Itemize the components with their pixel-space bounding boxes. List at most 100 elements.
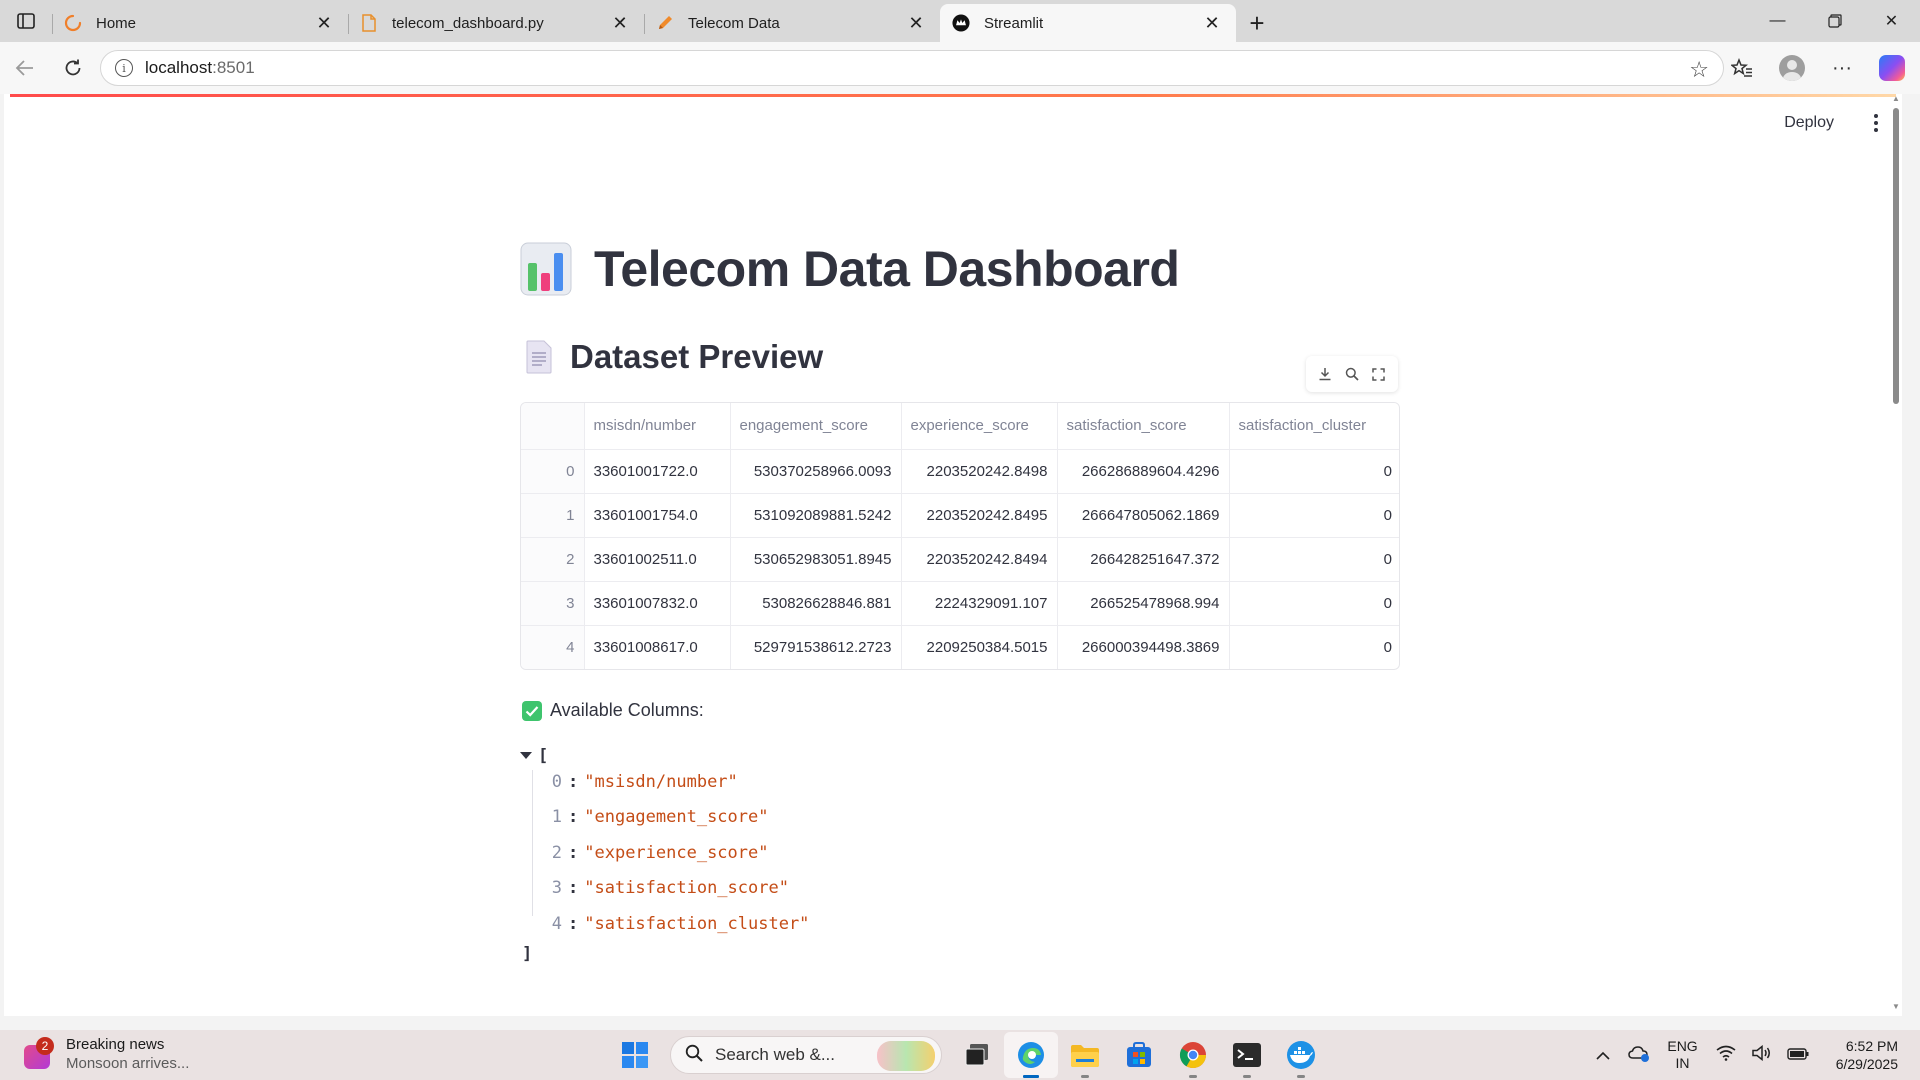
close-icon[interactable]: ✕	[312, 11, 336, 35]
refresh-icon	[65, 59, 81, 76]
taskbar-task-view[interactable]	[950, 1032, 1004, 1078]
column-header[interactable]: satisfaction_cluster	[1229, 403, 1399, 450]
clock-date: 6/29/2025	[1835, 1056, 1898, 1072]
table-cell[interactable]: 266428251647.372	[1057, 537, 1230, 582]
table-cell[interactable]: 530826628846.881	[730, 581, 902, 626]
column-header[interactable]: satisfaction_score	[1057, 403, 1230, 450]
table-cell[interactable]: 531092089881.5242	[730, 493, 902, 538]
input-language-indicator[interactable]: ENG IN	[1667, 1038, 1697, 1072]
table-cell[interactable]: 33601001722.0	[584, 449, 731, 494]
table-cell[interactable]: 266286889604.4296	[1057, 449, 1230, 494]
search-button[interactable]	[1341, 363, 1363, 385]
minimize-button[interactable]: —	[1749, 0, 1806, 42]
taskbar-file-explorer[interactable]	[1058, 1032, 1112, 1078]
table-cell[interactable]: 33601008617.0	[584, 625, 731, 669]
battery-button[interactable]	[1780, 1045, 1816, 1065]
table-cell[interactable]: 0	[1229, 625, 1399, 669]
taskbar-terminal[interactable]	[1220, 1032, 1274, 1078]
close-icon[interactable]: ✕	[608, 11, 632, 35]
column-header[interactable]: experience_score	[901, 403, 1058, 450]
volume-button[interactable]	[1744, 1044, 1780, 1066]
table-cell[interactable]: 266525478968.994	[1057, 581, 1230, 626]
status-progress-line	[10, 94, 1896, 97]
taskbar-docker[interactable]	[1274, 1032, 1328, 1078]
table-cell[interactable]: 0	[1229, 449, 1399, 494]
download-button[interactable]	[1314, 363, 1336, 385]
table-cell[interactable]: 2203520242.8495	[901, 493, 1058, 538]
json-value: "satisfaction_score"	[584, 878, 789, 898]
json-value: "experience_score"	[584, 843, 769, 863]
deploy-button[interactable]: Deploy	[1770, 108, 1848, 138]
column-header[interactable]: msisdn/number	[584, 403, 731, 450]
favorites-button[interactable]	[1720, 50, 1764, 86]
address-bar[interactable]: i localhost:8501 ☆	[100, 50, 1724, 86]
tab-telecom-dashboard-py[interactable]: telecom_dashboard.py ✕	[348, 4, 644, 42]
region-code: IN	[1675, 1055, 1690, 1071]
new-tab-button[interactable]: +	[1236, 4, 1278, 42]
table-cell[interactable]: 266000394498.3869	[1057, 625, 1230, 669]
wifi-button[interactable]	[1708, 1045, 1744, 1066]
table-cell[interactable]: 33601002511.0	[584, 537, 731, 582]
table-cell[interactable]: 530652983051.8945	[730, 537, 902, 582]
store-icon	[1127, 1042, 1151, 1067]
show-hidden-icons-button[interactable]	[1585, 1045, 1621, 1065]
taskbar-store[interactable]	[1112, 1032, 1166, 1078]
scroll-down-icon[interactable]: ▼	[1892, 1002, 1900, 1011]
onedrive-button[interactable]	[1621, 1044, 1657, 1067]
table-cell[interactable]: 2203520242.8498	[901, 449, 1058, 494]
table-cell[interactable]: 0	[1229, 537, 1399, 582]
windows-logo-icon	[622, 1042, 648, 1068]
fullscreen-button[interactable]	[1368, 363, 1390, 385]
json-index: 2	[551, 843, 562, 863]
back-button[interactable]	[2, 48, 48, 88]
close-window-button[interactable]: ✕	[1863, 0, 1920, 42]
more-menu-button[interactable]: ···	[1820, 50, 1864, 86]
avatar	[1779, 55, 1805, 81]
copilot-button[interactable]	[1870, 50, 1914, 86]
json-index: 1	[551, 807, 562, 827]
json-item: 4: "satisfaction_cluster"	[551, 914, 810, 934]
streamlit-header: Deploy	[1770, 108, 1888, 138]
table-cell[interactable]: 0	[1229, 581, 1399, 626]
close-icon[interactable]: ✕	[1200, 11, 1224, 35]
close-icon[interactable]: ✕	[904, 11, 928, 35]
table-cell[interactable]: 530370258966.0093	[730, 449, 902, 494]
table-cell[interactable]: 529791538612.2723	[730, 625, 902, 669]
favorite-star-icon[interactable]: ☆	[1689, 57, 1709, 83]
taskbar-chrome[interactable]	[1166, 1032, 1220, 1078]
page-title: Telecom Data Dashboard	[520, 240, 1180, 298]
news-widget[interactable]: 2 Breaking news Monsoon arrives...	[20, 1035, 189, 1073]
json-value: "satisfaction_cluster"	[584, 914, 810, 934]
system-clock[interactable]: 6:52 PM 6/29/2025	[1836, 1037, 1898, 1073]
table-cell[interactable]: 33601007832.0	[584, 581, 731, 626]
json-item: 1: "engagement_score"	[551, 807, 769, 827]
refresh-button[interactable]	[50, 48, 96, 88]
scrollbar-thumb[interactable]	[1893, 108, 1899, 404]
json-item: 0: "msisdn/number"	[551, 772, 738, 792]
restore-button[interactable]	[1806, 0, 1863, 42]
table-cell[interactable]: 2203520242.8494	[901, 537, 1058, 582]
dataframe[interactable]: msisdn/number engagement_score experienc…	[520, 402, 1400, 670]
taskbar-search[interactable]: Search web &...	[670, 1036, 942, 1074]
main-menu-icon[interactable]	[1864, 114, 1888, 132]
tab-streamlit[interactable]: Streamlit ✕	[940, 4, 1236, 42]
table-cell[interactable]: 33601001754.0	[584, 493, 731, 538]
table-cell[interactable]: 266647805062.1869	[1057, 493, 1230, 538]
info-icon[interactable]: i	[115, 59, 133, 77]
table-cell[interactable]: 0	[1229, 493, 1399, 538]
tab-home[interactable]: Home ✕	[52, 4, 348, 42]
collapse-caret-icon[interactable]	[520, 752, 532, 759]
taskbar-edge[interactable]	[1004, 1032, 1058, 1078]
page-scrollbar[interactable]: ▲ ▼	[1890, 94, 1902, 1016]
tab-telecom-data[interactable]: Telecom Data ✕	[644, 4, 940, 42]
search-icon	[685, 1044, 703, 1067]
profile-button[interactable]	[1770, 50, 1814, 86]
start-button[interactable]	[608, 1032, 662, 1078]
table-cell[interactable]: 2209250384.5015	[901, 625, 1058, 669]
tab-actions-menu-button[interactable]	[0, 0, 52, 42]
column-header[interactable]: engagement_score	[730, 403, 902, 450]
scroll-up-icon[interactable]: ▲	[1892, 94, 1900, 103]
table-cell[interactable]: 2224329091.107	[901, 581, 1058, 626]
file-icon	[360, 14, 378, 32]
json-value: "engagement_score"	[584, 807, 769, 827]
